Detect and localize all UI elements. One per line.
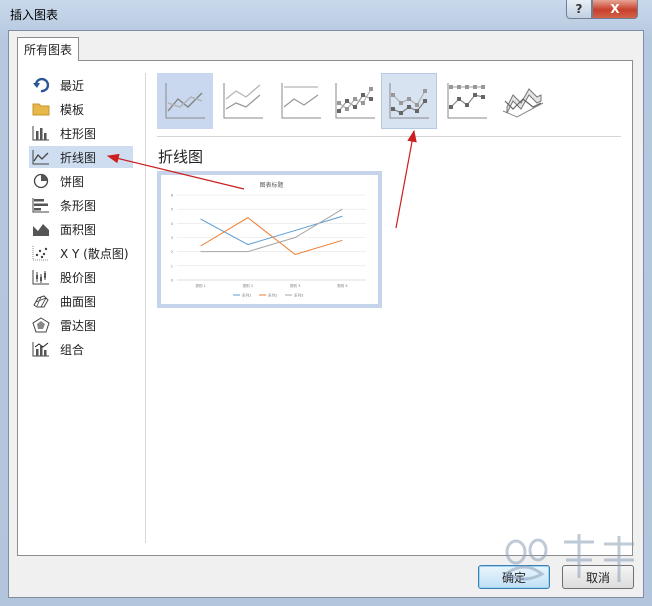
annotation-arrow: [106, 153, 245, 190]
annotation-arrows: [106, 129, 417, 229]
annotation-arrow: [395, 129, 417, 229]
watermark-logo: [505, 534, 634, 582]
tab-all-charts[interactable]: 所有图表: [17, 37, 79, 61]
